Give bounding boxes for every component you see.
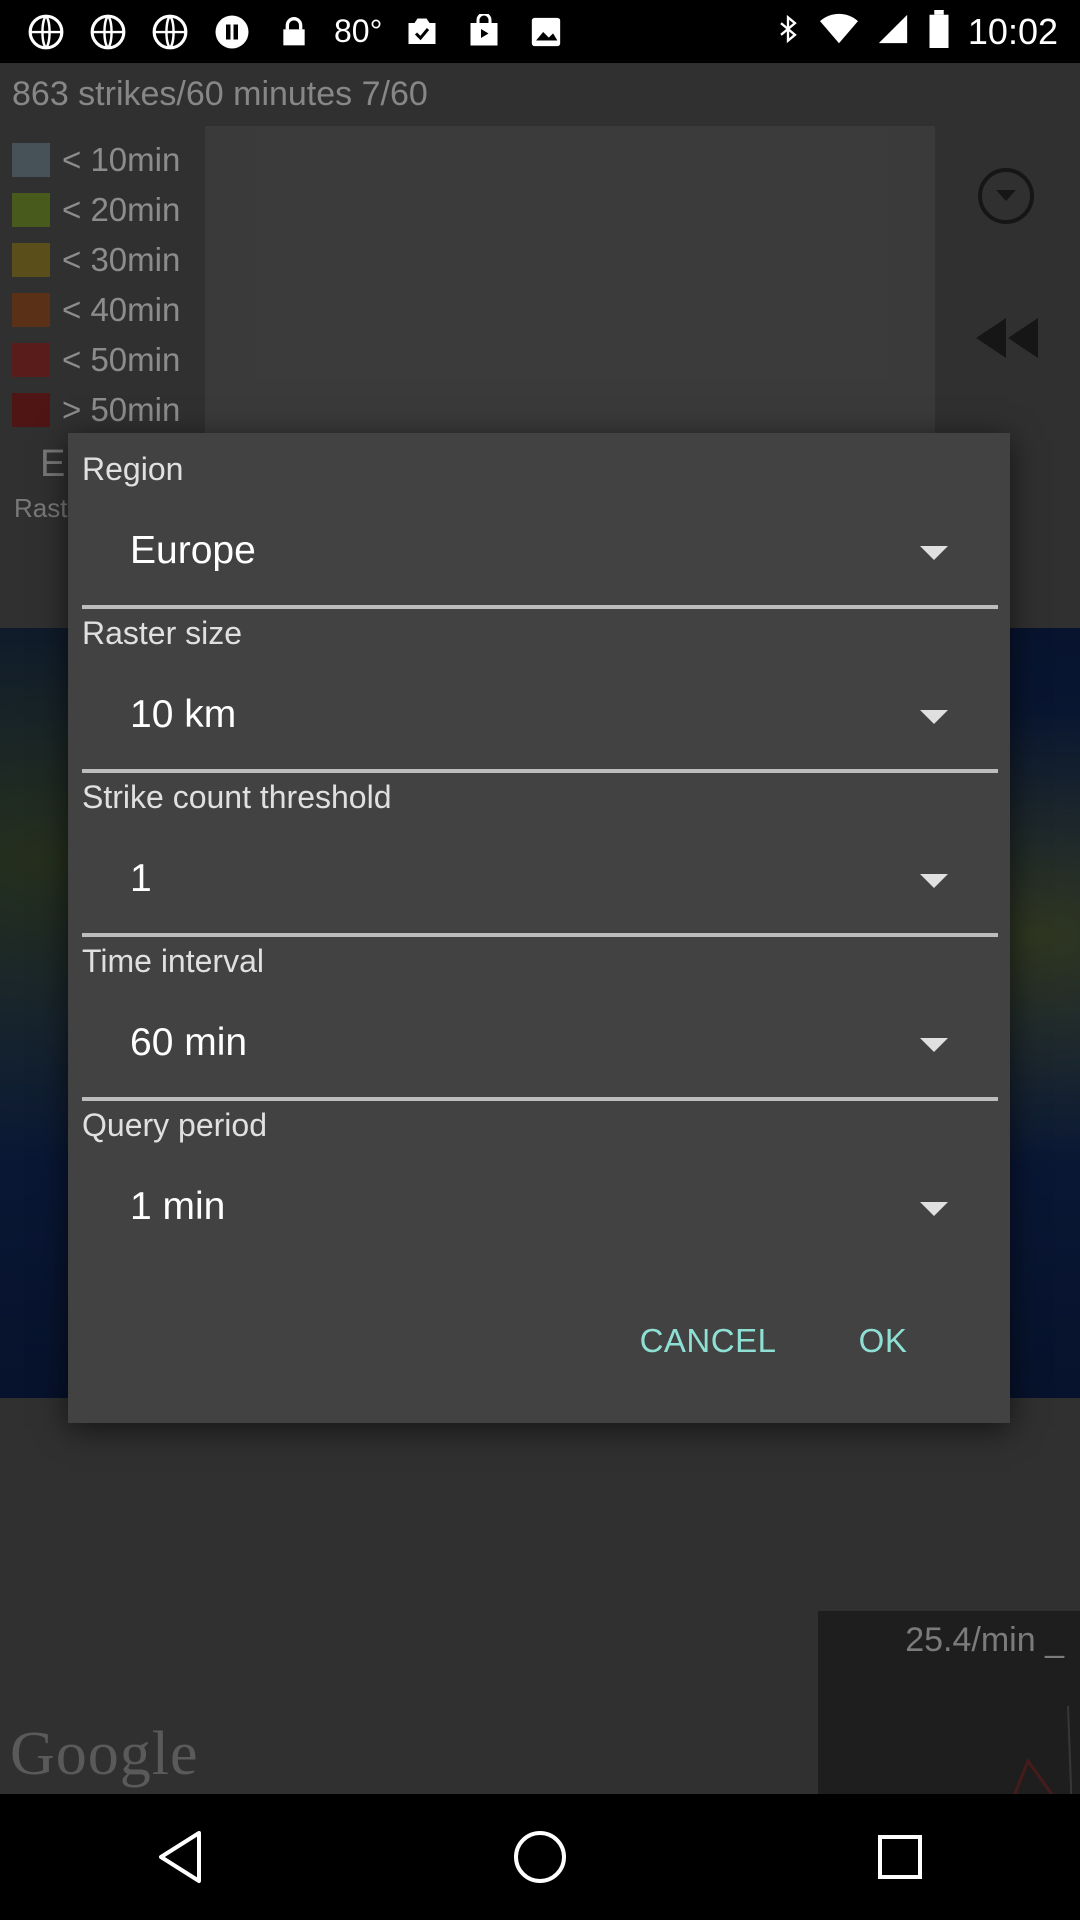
globe-icon [148,10,192,54]
field-divider [82,769,998,773]
battery-icon [928,10,950,53]
dropdown-arrow-icon [920,1202,948,1216]
home-icon[interactable] [500,1817,580,1897]
field-divider [82,933,998,937]
pause-icon [210,10,254,54]
photo-icon [524,10,568,54]
play-store-icon [462,10,506,54]
strike-count-label: Strike count threshold [82,779,392,815]
dropdown-arrow-icon [920,1038,948,1052]
dropdown-arrow-icon [920,710,948,724]
navigation-bar [0,1794,1080,1920]
raster-size-label: Raster size [82,615,243,651]
globe-icon [86,10,130,54]
region-label: Region [82,451,184,487]
clock: 10:02 [967,10,1058,52]
strike-count-spinner[interactable] [82,819,998,929]
lock-icon [272,10,316,54]
settings-dialog: Region Europe Raster size 10 km Strike c… [68,433,1010,1423]
ok-button[interactable]: OK [828,1309,938,1373]
status-bar: 80° 10:02 [0,0,1080,63]
back-icon[interactable] [140,1817,220,1897]
strike-count-value: 1 [130,857,152,900]
wifi-icon [819,13,858,50]
time-interval-label: Time interval [82,943,264,979]
raster-size-value: 10 km [130,693,237,736]
image-check-icon [400,10,444,54]
dropdown-arrow-icon [920,874,948,888]
signal-icon [876,12,910,51]
dropdown-arrow-icon [920,546,948,560]
temperature-text: 80° [334,13,383,49]
field-divider [82,605,998,609]
recents-icon[interactable] [860,1817,940,1897]
bluetooth-icon [774,11,802,52]
region-value: Europe [130,529,256,572]
globe-icon [24,10,68,54]
cancel-button[interactable]: CANCEL [623,1309,793,1373]
query-period-label: Query period [82,1107,267,1143]
time-interval-value: 60 min [130,1021,248,1064]
field-divider [82,1097,998,1101]
query-period-value: 1 min [130,1185,226,1228]
